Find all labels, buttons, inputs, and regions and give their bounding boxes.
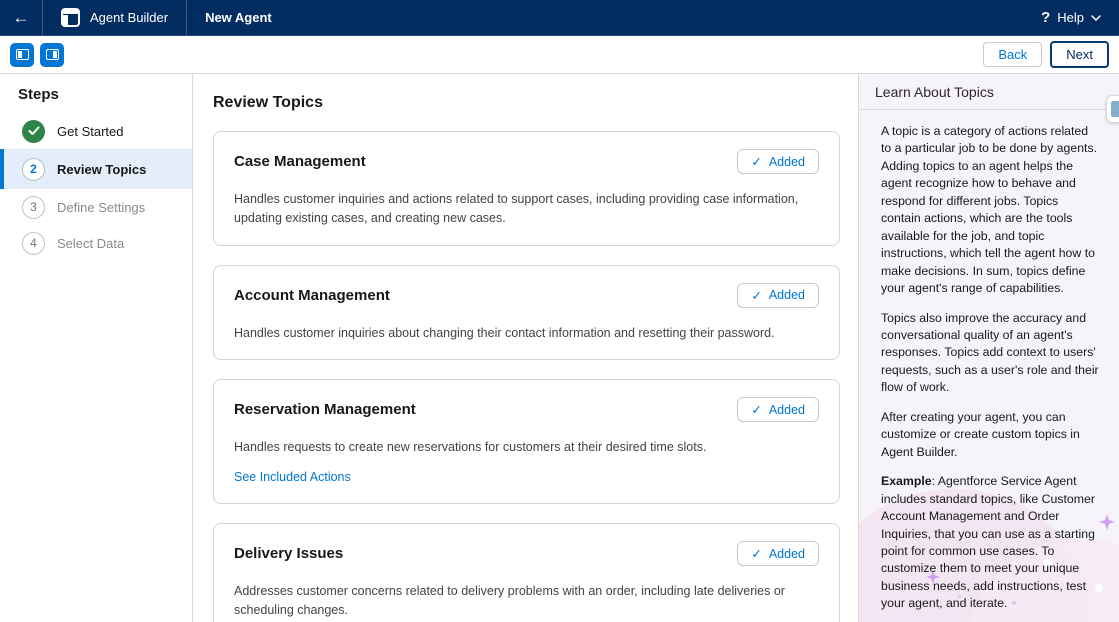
right-panel-icon <box>46 49 59 60</box>
added-label: Added <box>769 155 805 169</box>
top-navbar: ← Agent Builder New Agent ? Help <box>0 0 1119 36</box>
step-number: 4 <box>22 232 45 255</box>
next-button[interactable]: Next <box>1050 41 1109 68</box>
check-icon <box>28 126 40 136</box>
step-label: Define Settings <box>57 200 145 215</box>
step-complete-icon <box>22 120 45 143</box>
steps-heading: Steps <box>18 86 192 103</box>
step-label: Select Data <box>57 236 124 251</box>
back-arrow-icon[interactable]: ← <box>0 0 42 35</box>
help-paragraph: After creating your agent, you can custo… <box>881 409 1099 461</box>
agent-builder-icon <box>61 8 80 27</box>
step-number: 3 <box>22 196 45 219</box>
left-panel-icon <box>16 49 29 60</box>
learn-about-topics-panel: Learn About Topics A topic is a category… <box>858 74 1119 622</box>
example-body: : Agentforce Service Agent includes stan… <box>881 474 1095 610</box>
back-button[interactable]: Back <box>983 42 1042 67</box>
added-button[interactable]: ✓ Added <box>737 149 819 174</box>
review-topics-panel: Review Topics Case Management ✓ Added Ha… <box>193 74 858 622</box>
topic-card-delivery-issues: Delivery Issues ✓ Added Addresses custom… <box>213 523 840 622</box>
page-title: New Agent <box>187 10 290 25</box>
step-define-settings[interactable]: 3 Define Settings <box>0 189 192 225</box>
topic-card-reservation-management: Reservation Management ✓ Added Handles r… <box>213 379 840 504</box>
app-brand: Agent Builder <box>43 0 186 35</box>
see-included-actions-link[interactable]: See Included Actions <box>234 470 351 484</box>
check-icon: ✓ <box>751 288 761 303</box>
help-paragraph: Topics also improve the accuracy and con… <box>881 310 1099 397</box>
panel-collapse-handle[interactable] <box>1106 95 1119 123</box>
step-review-topics[interactable]: 2 Review Topics <box>0 149 192 189</box>
toolbar: Back Next <box>0 36 1119 74</box>
added-button[interactable]: ✓ Added <box>737 397 819 422</box>
topic-name: Delivery Issues <box>234 545 343 562</box>
topic-description: Handles customer inquiries about changin… <box>234 324 819 343</box>
step-select-data[interactable]: 4 Select Data <box>0 225 192 261</box>
check-icon: ✓ <box>751 546 761 561</box>
app-name: Agent Builder <box>90 10 168 25</box>
topic-name: Reservation Management <box>234 401 416 418</box>
step-label: Review Topics <box>57 162 146 177</box>
added-button[interactable]: ✓ Added <box>737 541 819 566</box>
topic-card-case-management: Case Management ✓ Added Handles customer… <box>213 131 840 246</box>
step-label: Get Started <box>57 124 123 139</box>
added-label: Added <box>769 547 805 561</box>
steps-sidebar: Steps Get Started 2 Review Topics 3 Defi… <box>0 74 193 622</box>
check-icon: ✓ <box>751 402 761 417</box>
help-icon: ? <box>1041 9 1050 26</box>
help-menu[interactable]: ? Help <box>1041 9 1119 26</box>
collapse-panel-icon <box>1111 101 1119 117</box>
topic-description: Addresses customer concerns related to d… <box>234 582 819 620</box>
step-get-started[interactable]: Get Started <box>0 113 192 149</box>
help-panel-body: A topic is a category of actions related… <box>859 110 1119 622</box>
help-panel-title: Learn About Topics <box>859 74 1119 110</box>
topic-card-account-management: Account Management ✓ Added Handles custo… <box>213 265 840 361</box>
toggle-right-panel-button[interactable] <box>40 43 64 67</box>
step-number: 2 <box>22 158 45 181</box>
example-lead: Example <box>881 474 932 488</box>
added-label: Added <box>769 403 805 417</box>
topic-description: Handles customer inquiries and actions r… <box>234 190 819 228</box>
help-paragraph-example: Example: Agentforce Service Agent includ… <box>881 473 1099 613</box>
check-icon: ✓ <box>751 154 761 169</box>
topic-name: Account Management <box>234 287 390 304</box>
help-label: Help <box>1057 10 1084 25</box>
toggle-left-panel-button[interactable] <box>10 43 34 67</box>
added-button[interactable]: ✓ Added <box>737 283 819 308</box>
topic-name: Case Management <box>234 153 366 170</box>
added-label: Added <box>769 288 805 302</box>
help-paragraph: A topic is a category of actions related… <box>881 123 1099 298</box>
chevron-down-icon <box>1091 15 1101 21</box>
section-title: Review Topics <box>213 94 840 112</box>
topic-description: Handles requests to create new reservati… <box>234 438 819 457</box>
